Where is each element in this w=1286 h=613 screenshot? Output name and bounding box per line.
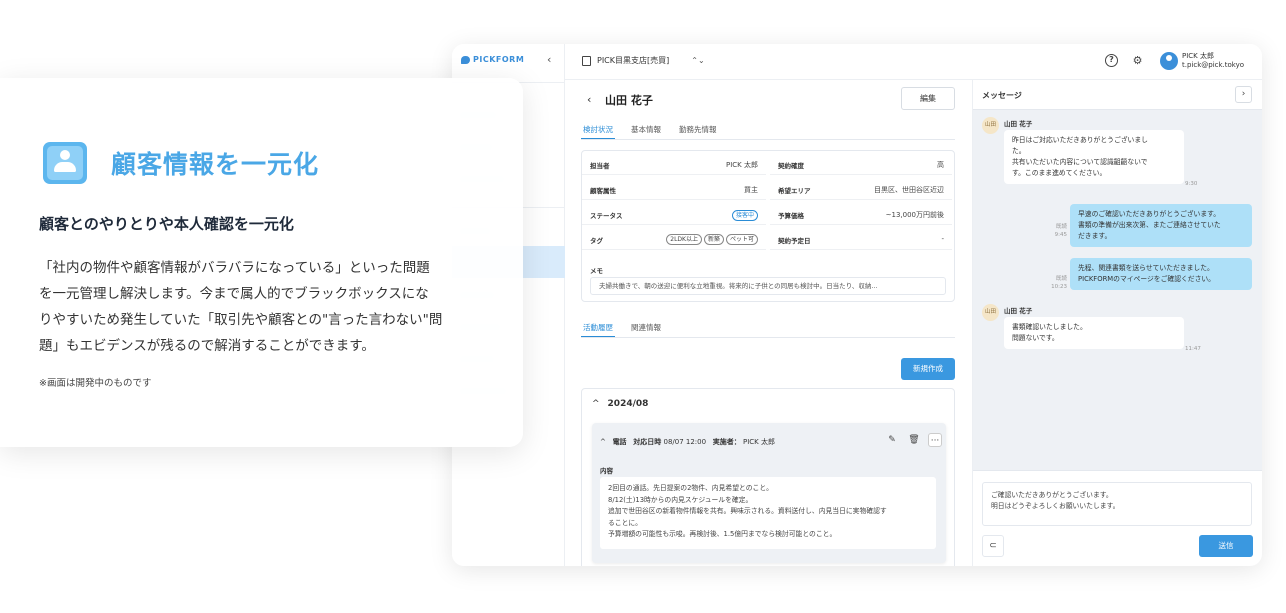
avatar: 山田 — [982, 304, 999, 321]
message-sender: 山田 花子 — [1004, 307, 1033, 315]
feature-title: 顧客情報を一元化 — [111, 150, 320, 179]
month-header[interactable]: ^ 2024/08 — [592, 399, 648, 409]
message-header: メッセージ › — [973, 80, 1262, 110]
send-button[interactable]: 送信 — [1199, 535, 1253, 557]
message-bubble: 早速のご確認いただきありがとうございます。 書類の準備が出来次第、またご連絡させ… — [1070, 204, 1252, 247]
message-bubble: 先程、関連書類を送らせていただきました。 PICKFORMのマイページをご確認く… — [1070, 258, 1252, 290]
field-area: 希望エリア 目黒区、世田谷区近辺 — [770, 178, 952, 200]
feature-description: 「社内の物件や顧客情報がバラバラになっている」といった問題 を一元管理し解決しま… — [39, 260, 443, 354]
top-header: PICK目黒支店[売買] ⌃⌄ ? ⚙ PICK 太郎 t.pick@pick.… — [565, 44, 1262, 80]
message-status: 既読 10:23 — [1051, 276, 1067, 290]
tab-basic-info[interactable]: 基本情報 — [629, 124, 663, 140]
message-composer: ご確認いただきありがとうございます。 明日はどうぞよろしくお願いいたします。 ⊂… — [973, 470, 1262, 566]
tab-related-info[interactable]: 関連情報 — [629, 322, 663, 338]
pencil-icon[interactable]: ✎ — [885, 433, 899, 447]
message-time: 11:47 — [1185, 346, 1201, 352]
field-status: ステータス 接客中 — [582, 203, 766, 225]
chevron-updown-icon: ⌃⌄ — [691, 56, 705, 65]
chevron-up-icon: ^ — [592, 399, 600, 409]
message-sender: 山田 花子 — [1004, 120, 1033, 128]
feature-subtitle: 顧客とのやりとりや本人確認を一元化 — [39, 215, 294, 233]
detail-tabs: 検討状況 基本情報 勤務先情報 — [581, 124, 719, 140]
message-input[interactable]: ご確認いただきありがとうございます。 明日はどうぞよろしくお願いいたします。 — [982, 482, 1252, 526]
chevron-up-icon[interactable]: ^ — [600, 438, 606, 446]
message-bubble: 昨日はご対応いただきありがとうございまし た。 共有いただいた内容について認識齟… — [1004, 130, 1184, 184]
tag-chip: 新築 — [703, 234, 724, 245]
tab-divider — [581, 139, 955, 140]
chevron-left-icon[interactable]: ‹ — [547, 53, 551, 66]
app-window: PICKFORM ‹ PICK目黒支店[売買] ⌃⌄ ? ⚙ PICK 太郎 t… — [452, 44, 1262, 566]
user-info[interactable]: PICK 太郎 t.pick@pick.tokyo — [1182, 52, 1244, 70]
status-badge: 接客中 — [731, 210, 758, 221]
page: PICKFORM ‹ PICK目黒支店[売買] ⌃⌄ ? ⚙ PICK 太郎 t… — [0, 0, 1286, 613]
customer-info-card: 担当者 PICK 太郎 契約確度高 顧客属性 買主 希望エリア 目黒区、世田谷区近辺 … — [581, 150, 955, 302]
tag-chip: 2LDK以上 — [666, 234, 702, 245]
memo-label: メモ — [590, 267, 603, 275]
gear-icon[interactable]: ⚙ — [1131, 54, 1144, 67]
back-icon[interactable]: ‹ — [587, 93, 591, 106]
activity-content: 2回目の通話。先日提案の2物件、内見希望とのこと。 8/12(土)13時からの内… — [600, 477, 936, 549]
message-bubble: 書類確認いたしました。 問題ないです。 — [1004, 317, 1184, 349]
more-icon[interactable]: ··· — [928, 433, 942, 447]
tab-divider — [581, 337, 955, 338]
building-icon — [582, 55, 591, 66]
customer-detail: ‹ 山田 花子 編集 検討状況 基本情報 勤務先情報 担当者 PICK 太郎 契約… — [565, 80, 973, 566]
app-logo[interactable]: PICKFORM — [461, 55, 524, 64]
trash-icon[interactable]: 🗑 — [907, 433, 921, 447]
field-contract-date: 契約予定日 - — [770, 228, 952, 250]
memo-field[interactable]: 夫婦共働きで、朝の送迎に便利な立地重視。将来的に子供との同居も検討中。日当たり、… — [590, 277, 946, 295]
tab-activity-history[interactable]: 活動履歴 — [581, 322, 615, 338]
edit-button[interactable]: 編集 — [901, 87, 955, 110]
paperclip-icon[interactable]: ⊂ — [982, 535, 1004, 557]
field-tags: タグ 2LDK以上 新築 ペット可 — [582, 228, 766, 250]
activity-tabs: 活動履歴 関連情報 — [581, 322, 663, 338]
field-customer-attr: 顧客属性 買主 — [582, 178, 766, 200]
new-activity-button[interactable]: 新規作成 — [901, 358, 955, 380]
tab-review-status[interactable]: 検討状況 — [581, 124, 615, 140]
feature-note: ※画面は開発中のものです — [39, 378, 152, 389]
tab-employer-info[interactable]: 勤務先情報 — [677, 124, 719, 140]
content-label: 内容 — [600, 467, 613, 475]
avatar: 山田 — [982, 117, 999, 134]
message-time: 9:30 — [1185, 181, 1198, 187]
logo-icon — [461, 55, 470, 64]
field-staff: 担当者 PICK 太郎 — [582, 153, 766, 175]
tag-chip: ペット可 — [725, 234, 758, 245]
user-avatar[interactable] — [1160, 52, 1178, 70]
chevron-right-icon[interactable]: › — [1235, 86, 1252, 103]
activity-entry: ^ 電話 対応日時 08/07 12:00 実施者： PICK 太郎 ✎ 🗑 ·… — [592, 423, 946, 563]
store-selector[interactable]: PICK目黒支店[売買] ⌃⌄ — [582, 55, 705, 66]
field-contract-level: 契約確度高 — [770, 153, 952, 175]
message-status: 既読 9:45 — [1054, 224, 1067, 238]
activity-header: ^ 電話 対応日時 08/07 12:00 実施者： PICK 太郎 — [600, 438, 775, 446]
customer-name: 山田 花子 — [605, 94, 653, 107]
help-icon[interactable]: ? — [1105, 54, 1118, 67]
user-icon — [43, 142, 87, 184]
activity-list: ^ 2024/08 ^ 電話 対応日時 08/07 12:00 実施者： PICK… — [581, 388, 955, 566]
message-panel: メッセージ › 山田 山田 花子 昨日はご対応いただきありがとうございまし た。… — [973, 80, 1262, 566]
field-budget: 予算価格 ~13,000万円前後 — [770, 203, 952, 225]
